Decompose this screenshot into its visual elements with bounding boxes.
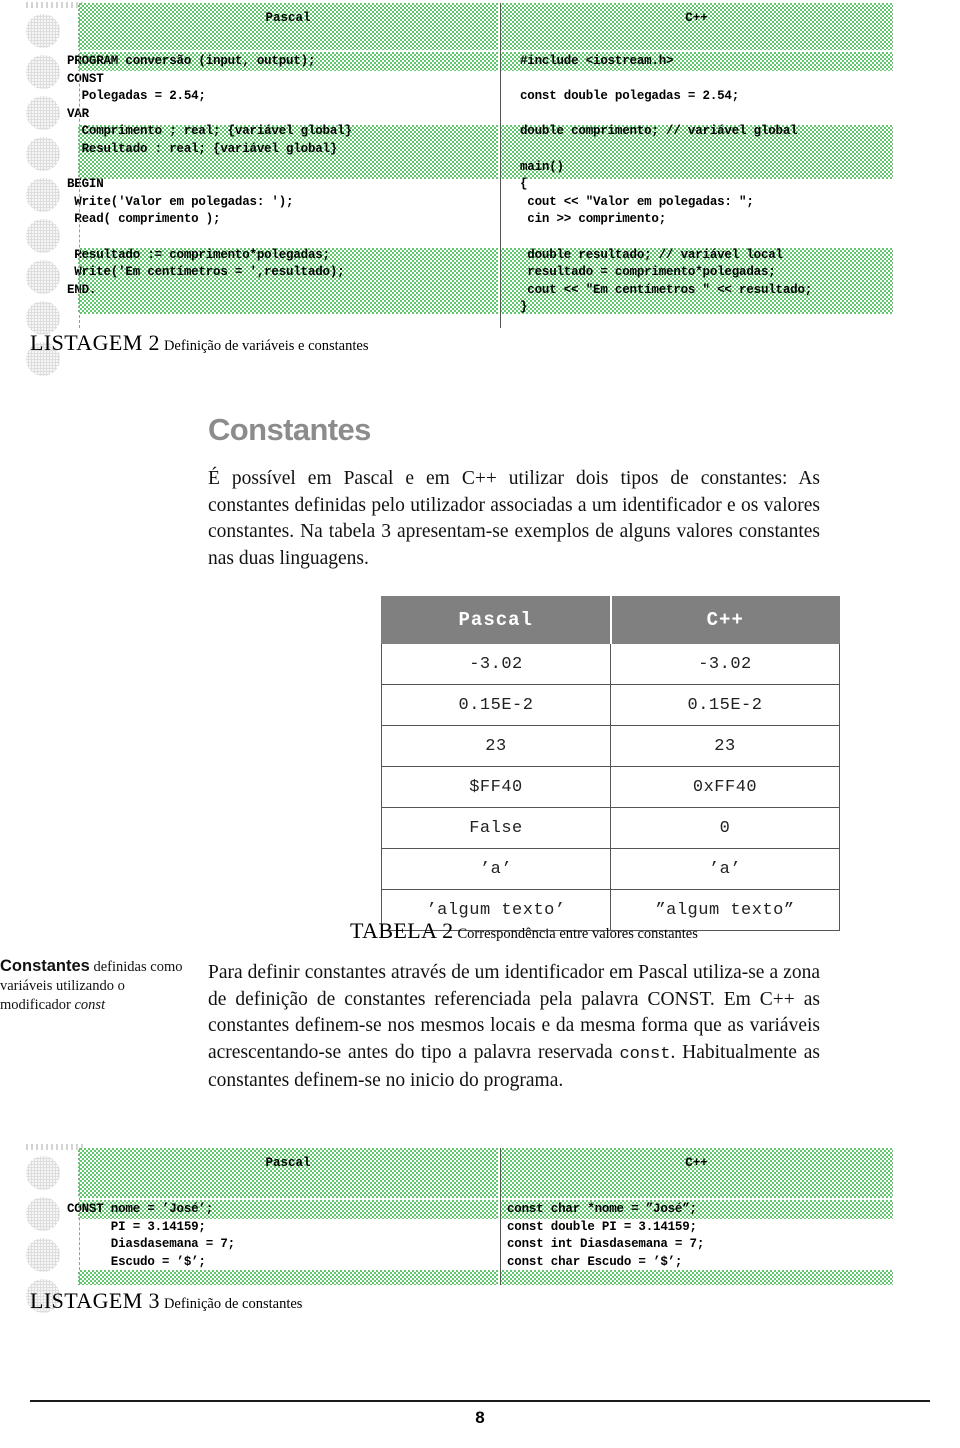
code-left-dashed-rule — [79, 3, 80, 328]
table-cell-pascal: $FF40 — [381, 766, 611, 808]
listing-3-cpp-code: const char *nome = ”José”; const double … — [507, 1202, 705, 1269]
table-2-caption: TABELA 2 Correspondência entre valores c… — [350, 918, 698, 944]
code-highlight-band — [78, 1270, 498, 1285]
listing-2-cpp-header: C++ — [685, 11, 708, 25]
listing-3-pascal-code: CONST nome = ’José’; PI = 3.14159; Diasd… — [67, 1202, 235, 1269]
section-intro-paragraph: É possível em Pascal e em C++ utilizar d… — [208, 468, 820, 569]
listing-2-code-block: Pascal C++ PROGRAM conversão (input, out… — [0, 0, 960, 340]
margin-note: Constantes definidas como variáveis util… — [0, 957, 190, 1015]
listing-2-pascal-header: Pascal — [265, 11, 311, 25]
table-row: 23 23 — [381, 725, 840, 767]
table-row: -3.02 -3.02 — [381, 643, 840, 685]
constants-comparison-table: Pascal C++ -3.02 -3.02 0.15E-2 0.15E-2 2… — [381, 596, 840, 931]
table-header-pascal: Pascal — [381, 596, 611, 644]
constants-definition-paragraph: Para definir constantes através de um id… — [208, 960, 820, 1095]
code-column-divider — [500, 3, 501, 328]
table-cell-cpp: 0xFF40 — [610, 766, 840, 808]
listing-3-caption-text: Definição de constantes — [163, 1296, 303, 1312]
table-header-cpp: C++ — [609, 596, 840, 644]
margin-note-bold: Constantes — [0, 957, 90, 975]
table-2-caption-lead: TABELA 2 — [350, 918, 454, 943]
listing-3-caption-lead: LISTAGEM 3 — [30, 1288, 160, 1313]
table-cell-pascal: False — [381, 807, 611, 849]
table-row: 0.15E-2 0.15E-2 — [381, 684, 840, 726]
table-cell-cpp: 23 — [610, 725, 840, 767]
table-row: False 0 — [381, 807, 840, 849]
listing-2-pascal-code: PROGRAM conversão (input, output); CONST… — [67, 54, 352, 297]
footer-divider — [30, 1400, 930, 1402]
table-cell-cpp: -3.02 — [610, 643, 840, 685]
table-cell-cpp: ’a’ — [610, 848, 840, 890]
table-row: $FF40 0xFF40 — [381, 766, 840, 808]
margin-note-italic: const — [74, 997, 106, 1013]
code-left-dashed-rule — [79, 1148, 80, 1285]
paragraph-mono-keyword: const — [619, 1044, 671, 1064]
table-row: ’a’ ’a’ — [381, 848, 840, 890]
listing-2-caption-lead: LISTAGEM 2 — [30, 330, 160, 355]
listing-3-cpp-header: C++ — [685, 1156, 708, 1170]
table-cell-pascal: 23 — [381, 725, 611, 767]
code-column-divider — [500, 1148, 501, 1285]
listing-3-caption: LISTAGEM 3 Definição de constantes — [30, 1288, 302, 1314]
listing-2-caption-text: Definição de variáveis e constantes — [163, 338, 369, 354]
table-cell-pascal: -3.02 — [381, 643, 611, 685]
listing-2-caption: LISTAGEM 2 Definição de variáveis e cons… — [30, 330, 368, 356]
listing-2-cpp-code: #include <iostream.h> const double poleg… — [520, 54, 813, 315]
code-highlight-band — [500, 1270, 893, 1285]
page-number: 8 — [475, 1408, 485, 1427]
listing-3-pascal-header: Pascal — [265, 1156, 311, 1170]
table-header-row: Pascal C++ — [381, 596, 840, 644]
table-cell-pascal: ’a’ — [381, 848, 611, 890]
table-cell-cpp: 0.15E-2 — [610, 684, 840, 726]
table-cell-pascal: 0.15E-2 — [381, 684, 611, 726]
page-title: Constantes — [208, 412, 371, 447]
table-2-caption-text: Correspondência entre valores constantes — [457, 926, 698, 942]
listing-3-code-block: Pascal C++ CONST nome = ’José’; PI = 3.1… — [0, 1142, 960, 1292]
table-cell-cpp: 0 — [610, 807, 840, 849]
